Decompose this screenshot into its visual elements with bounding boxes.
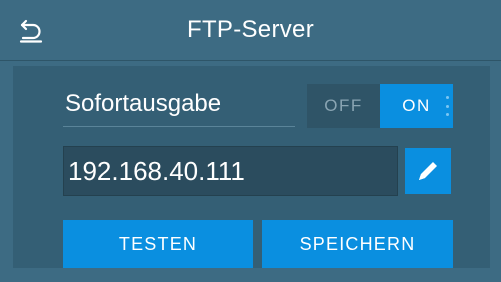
test-button-label: TESTEN (118, 233, 198, 254)
toggle-on-label: ON (402, 96, 431, 115)
pencil-icon (419, 162, 437, 180)
header-bar: FTP-Server (0, 0, 501, 61)
edit-ip-button[interactable] (405, 148, 451, 194)
ip-address-value: 192.168.40.111 (68, 156, 245, 186)
drag-handle-icon (446, 96, 449, 116)
toggle-on-option[interactable]: ON (380, 84, 453, 128)
immediate-output-row: Sofortausgabe (63, 86, 295, 127)
immediate-output-label: Sofortausgabe (65, 90, 222, 117)
back-button[interactable] (14, 14, 48, 48)
back-arrow-icon (19, 19, 43, 43)
ip-address-field[interactable]: 192.168.40.111 (63, 146, 398, 196)
toggle-off-option[interactable]: OFF (307, 84, 380, 128)
page-title: FTP-Server (186, 16, 314, 43)
save-button-label: SPEICHERN (299, 233, 416, 254)
immediate-output-toggle[interactable]: OFF ON (307, 84, 453, 128)
save-button[interactable]: SPEICHERN (262, 220, 453, 268)
ftp-server-screen: FTP-Server Sofortausgabe OFF ON 192.168.… (0, 0, 501, 282)
toggle-off-label: OFF (324, 96, 363, 115)
test-button[interactable]: TESTEN (63, 220, 253, 268)
